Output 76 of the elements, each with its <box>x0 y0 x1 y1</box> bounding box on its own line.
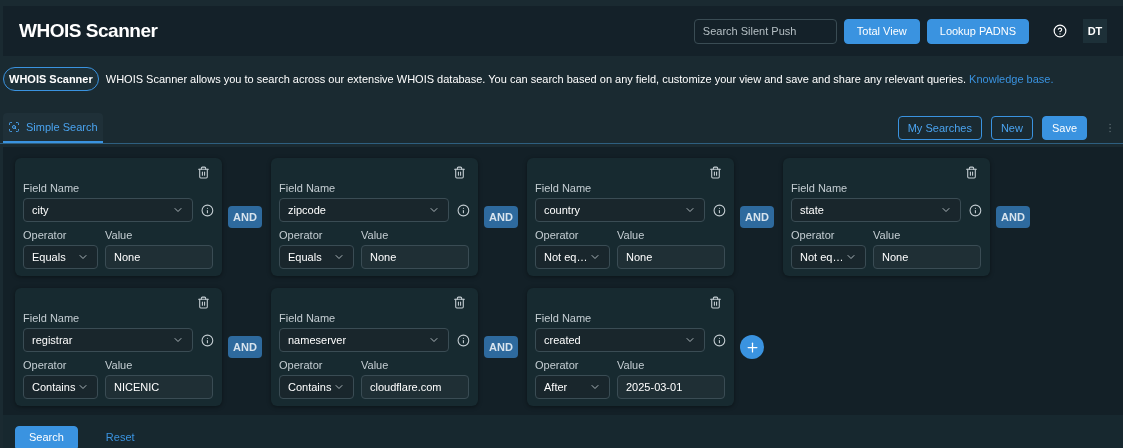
plus-icon <box>744 339 760 355</box>
info-icon[interactable] <box>713 333 726 347</box>
value-field[interactable]: None <box>105 245 213 269</box>
avatar[interactable]: DT <box>1083 19 1107 43</box>
value-field[interactable]: None <box>873 245 981 269</box>
trash-icon[interactable] <box>453 296 466 309</box>
scanner-badge: WHOIS Scanner <box>3 67 99 91</box>
trash-icon[interactable] <box>197 296 210 309</box>
operator-label: Operator <box>279 360 324 371</box>
add-condition-button[interactable] <box>740 335 764 359</box>
value-label: Value <box>617 230 646 241</box>
value-label: Value <box>873 230 902 241</box>
info-icon[interactable] <box>201 203 214 217</box>
info-icon[interactable] <box>713 203 726 217</box>
info-icon[interactable] <box>457 203 470 217</box>
info-icon[interactable] <box>457 333 470 347</box>
field-label: Field Name <box>279 183 337 194</box>
action-button[interactable]: My Searches <box>897 116 982 140</box>
value-label: Value <box>361 360 390 371</box>
field-select[interactable]: zipcode <box>279 198 450 222</box>
operator-select[interactable]: Not eq… <box>791 245 866 269</box>
operator-label: Operator <box>535 230 580 241</box>
value-label: Value <box>361 230 390 241</box>
operator-label: Operator <box>279 230 324 241</box>
help-icon[interactable] <box>1053 24 1067 38</box>
field-label: Field Name <box>279 313 337 324</box>
trash-icon[interactable] <box>197 166 210 179</box>
operator-label: Operator <box>535 360 580 371</box>
operator-select[interactable]: Contains <box>23 375 98 399</box>
field-select[interactable]: nameserver <box>279 328 450 352</box>
and-connector[interactable]: AND <box>484 206 518 228</box>
field-select[interactable]: city <box>23 198 194 222</box>
info-icon[interactable] <box>969 203 982 217</box>
knowledge-base-link[interactable]: Knowledge base. <box>969 72 1054 85</box>
field-select[interactable]: state <box>791 198 962 222</box>
value-field[interactable]: 2025-03-01 <box>617 375 725 399</box>
app-title: WHOIS Scanner <box>19 18 158 43</box>
operator-select[interactable]: Equals <box>23 245 98 269</box>
operator-label: Operator <box>791 230 836 241</box>
field-label: Field Name <box>535 313 593 324</box>
tab[interactable]: Simple Search <box>3 113 103 143</box>
scan-icon <box>8 121 20 133</box>
trash-icon[interactable] <box>709 296 722 309</box>
trash-icon[interactable] <box>453 166 466 179</box>
field-label: Field Name <box>791 183 849 194</box>
value-field[interactable]: cloudflare.com <box>361 375 469 399</box>
value-field[interactable]: NICENIC <box>105 375 213 399</box>
search-field[interactable]: Search Silent Push <box>693 18 837 44</box>
operator-select[interactable]: Contains <box>279 375 354 399</box>
value-field[interactable]: None <box>361 245 469 269</box>
field-label: Field Name <box>23 183 81 194</box>
and-connector[interactable]: AND <box>228 206 262 228</box>
trash-icon[interactable] <box>965 166 978 179</box>
field-label: Field Name <box>23 313 81 324</box>
action-button[interactable]: New <box>990 116 1033 140</box>
trash-icon[interactable] <box>709 166 722 179</box>
value-label: Value <box>105 360 134 371</box>
operator-label: Operator <box>23 360 68 371</box>
and-connector[interactable]: AND <box>484 336 518 358</box>
operator-select[interactable]: Equals <box>279 245 354 269</box>
intro-text: WHOIS Scanner allows you to search across our extensive WHOIS database. You can search based on any field, customize your view and save and share any relevant queries. Knowledge base. <box>105 71 1054 87</box>
and-connector[interactable]: AND <box>740 206 774 228</box>
field-select[interactable]: country <box>535 198 706 222</box>
value-field[interactable]: None <box>617 245 725 269</box>
field-select[interactable]: created <box>535 328 706 352</box>
footer-button[interactable]: Reset <box>91 426 149 448</box>
operator-label: Operator <box>23 230 68 241</box>
operator-select[interactable]: After <box>535 375 610 399</box>
value-label: Value <box>617 360 646 371</box>
operator-select[interactable]: Not eq… <box>535 245 610 269</box>
field-label: Field Name <box>535 183 593 194</box>
field-select[interactable]: registrar <box>23 328 194 352</box>
value-label: Value <box>105 230 134 241</box>
and-connector[interactable]: AND <box>228 336 262 358</box>
info-icon[interactable] <box>201 333 214 347</box>
and-connector[interactable]: AND <box>996 206 1030 228</box>
